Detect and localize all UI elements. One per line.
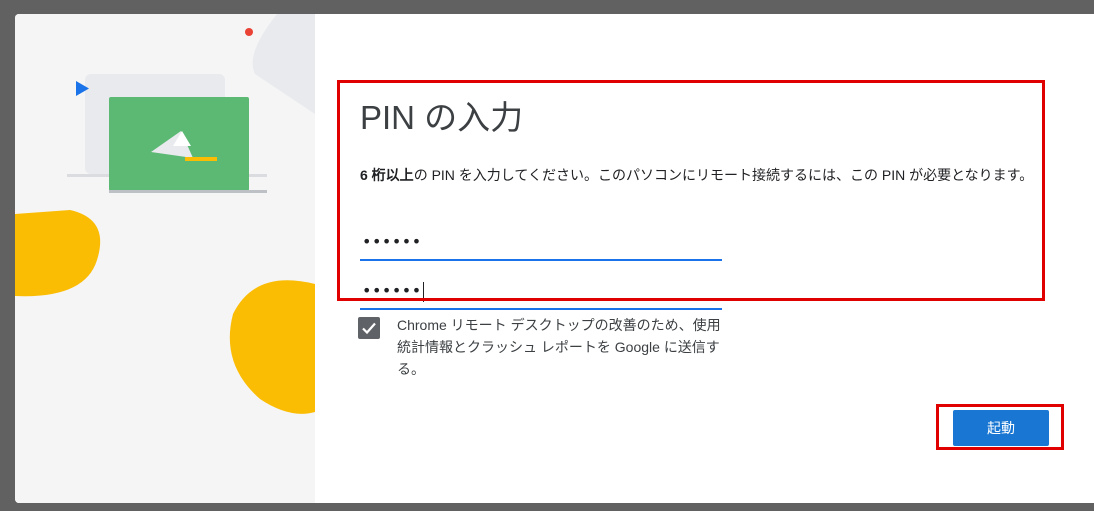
pin-description: 6 桁以上の PIN を入力してください。このパソコンにリモート接続するには、こ… [360,164,1050,187]
usage-stats-label[interactable]: Chrome リモート デスクトップの改善のため、使用統計情報とクラッシュ レポ… [397,314,727,380]
yellow-blob-top [15,210,101,297]
pin-confirm-text: •••••• [362,281,422,300]
usage-stats-checkbox[interactable] [358,317,380,339]
description-text: の PIN を入力してください。このパソコンにリモート接続するには、この PIN… [413,167,1034,183]
description-bold: 6 桁以上 [360,167,414,183]
red-dot-icon [245,28,253,36]
illustration-panel [15,14,315,503]
check-icon [362,322,376,335]
pin-input[interactable]: •••••• [360,225,722,261]
text-caret [422,281,424,302]
pin-confirm-value: •••••• [362,281,424,302]
start-button[interactable]: 起動 [953,410,1049,446]
page-title: PIN の入力 [360,99,524,136]
remote-desktop-illustration [15,14,315,414]
pin-dialog: PIN の入力 6 桁以上の PIN を入力してください。このパソコンにリモート… [15,14,1094,503]
yellow-blob-bottom [229,280,315,414]
pin-input-value: •••••• [362,232,422,251]
pin-confirm-input[interactable]: •••••• [360,274,722,310]
